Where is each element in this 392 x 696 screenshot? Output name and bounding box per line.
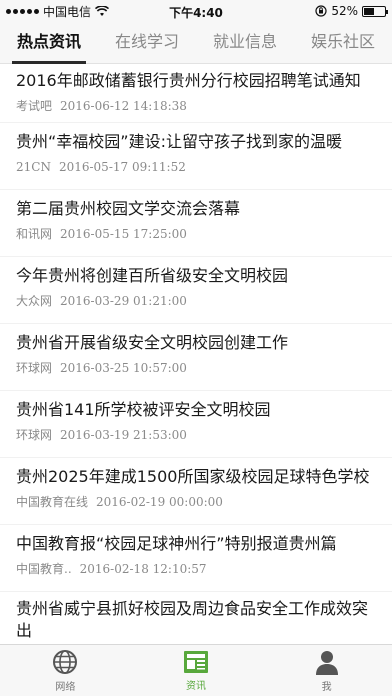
news-meta: 中国教育.. 2016-02-18 12:10:57 xyxy=(16,561,376,577)
news-date: 2016-03-29 01:21:00 xyxy=(60,294,187,308)
nav-label-network: 网络 xyxy=(55,682,76,693)
status-bar: 中国电信 下午4:40 52% xyxy=(0,0,392,22)
news-source: 考试吧 xyxy=(16,99,53,113)
tab-job-info[interactable]: 就业信息 xyxy=(196,22,294,63)
rotation-lock-icon xyxy=(315,5,327,17)
news-date: 2016-03-19 21:53:00 xyxy=(60,428,187,442)
tab-hot-news[interactable]: 热点资讯 xyxy=(0,22,98,64)
bottom-nav: 网络 资讯 我 xyxy=(0,644,392,696)
list-item[interactable]: 第二届贵州校园文学交流会落幕 和讯网 2016-05-15 17:25:00 xyxy=(0,190,392,256)
news-date: 2016-05-15 17:25:00 xyxy=(60,227,187,241)
battery-fill xyxy=(364,7,375,15)
news-meta: 环球网 2016-03-25 10:57:00 xyxy=(16,360,376,376)
battery-percent: 52% xyxy=(331,4,358,18)
nav-item-me[interactable]: 我 xyxy=(261,645,392,696)
news-list[interactable]: 2016年邮政储蓄银行贵州分行校园招聘笔试通知 考试吧 2016-06-12 14… xyxy=(0,64,392,644)
category-tab-bar: 热点资讯 在线学习 就业信息 娱乐社区 xyxy=(0,22,392,64)
person-icon xyxy=(315,651,338,675)
list-item[interactable]: 今年贵州将创建百所省级安全文明校园 大众网 2016-03-29 01:21:00 xyxy=(0,257,392,323)
news-title: 贵州省开展省级安全文明校园创建工作 xyxy=(16,333,289,352)
news-meta: 和讯网 2016-05-15 17:25:00 xyxy=(16,226,376,242)
news-title: 贵州2025年建成1500所国家级校园足球特色学校 xyxy=(16,467,370,486)
news-meta: 大众网 2016-03-29 01:21:00 xyxy=(16,293,376,309)
list-item[interactable]: 贵州省威宁县抓好校园及周边食品安全工作成效突出 xyxy=(0,592,392,644)
news-date: 2016-02-18 12:10:57 xyxy=(79,562,207,576)
news-meta: 21CN 2016-05-17 09:11:52 xyxy=(16,159,376,175)
news-title: 贵州省141所学校被评安全文明校园 xyxy=(16,400,271,419)
news-source: 21CN xyxy=(16,160,51,174)
news-icon xyxy=(184,651,208,673)
list-item[interactable]: 中国教育报“校园足球神州行”特别报道贵州篇 中国教育.. 2016-02-18 1… xyxy=(0,525,392,591)
news-date: 2016-05-17 09:11:52 xyxy=(58,160,186,174)
news-title: 2016年邮政储蓄银行贵州分行校园招聘笔试通知 xyxy=(16,71,361,90)
news-source: 和讯网 xyxy=(16,227,53,241)
list-item[interactable]: 贵州2025年建成1500所国家级校园足球特色学校 中国教育在线 2016-02-… xyxy=(0,458,392,524)
list-item[interactable]: 贵州省141所学校被评安全文明校园 环球网 2016-03-19 21:53:00 xyxy=(0,391,392,457)
news-meta: 中国教育在线 2016-02-19 00:00:00 xyxy=(16,494,376,510)
list-item[interactable]: 贵州省开展省级安全文明校园创建工作 环球网 2016-03-25 10:57:00 xyxy=(0,324,392,390)
nav-item-news[interactable]: 资讯 xyxy=(131,645,262,696)
status-bar-right: 52% xyxy=(315,0,388,22)
news-title: 贵州省威宁县抓好校园及周边食品安全工作成效突出 xyxy=(16,599,369,640)
globe-icon xyxy=(53,650,78,674)
battery-icon xyxy=(362,5,388,17)
news-title: 贵州“幸福校园”建设:让留守孩子找到家的温暖 xyxy=(16,132,342,151)
news-source: 中国教育在线 xyxy=(16,495,89,509)
news-source: 环球网 xyxy=(16,428,53,442)
list-item[interactable]: 2016年邮政储蓄银行贵州分行校园招聘笔试通知 考试吧 2016-06-12 14… xyxy=(0,64,392,122)
news-date: 2016-02-19 00:00:00 xyxy=(96,495,223,509)
tab-entertainment[interactable]: 娱乐社区 xyxy=(294,22,392,63)
news-title: 今年贵州将创建百所省级安全文明校园 xyxy=(16,266,289,285)
news-meta: 环球网 2016-03-19 21:53:00 xyxy=(16,427,376,443)
news-title: 中国教育报“校园足球神州行”特别报道贵州篇 xyxy=(16,534,337,553)
nav-label-me: 我 xyxy=(321,682,332,693)
news-meta: 考试吧 2016-06-12 14:18:38 xyxy=(16,98,376,114)
news-source: 中国教育.. xyxy=(16,562,72,576)
nav-label-news: 资讯 xyxy=(186,681,206,692)
list-item[interactable]: 贵州“幸福校园”建设:让留守孩子找到家的温暖 21CN 2016-05-17 09… xyxy=(0,123,392,189)
nav-item-network[interactable]: 网络 xyxy=(0,645,131,696)
news-source: 环球网 xyxy=(16,361,53,375)
news-title: 第二届贵州校园文学交流会落幕 xyxy=(16,199,241,218)
tab-online-learning[interactable]: 在线学习 xyxy=(98,22,196,63)
news-date: 2016-03-25 10:57:00 xyxy=(60,361,187,375)
news-date: 2016-06-12 14:18:38 xyxy=(60,99,187,113)
news-source: 大众网 xyxy=(16,294,53,308)
